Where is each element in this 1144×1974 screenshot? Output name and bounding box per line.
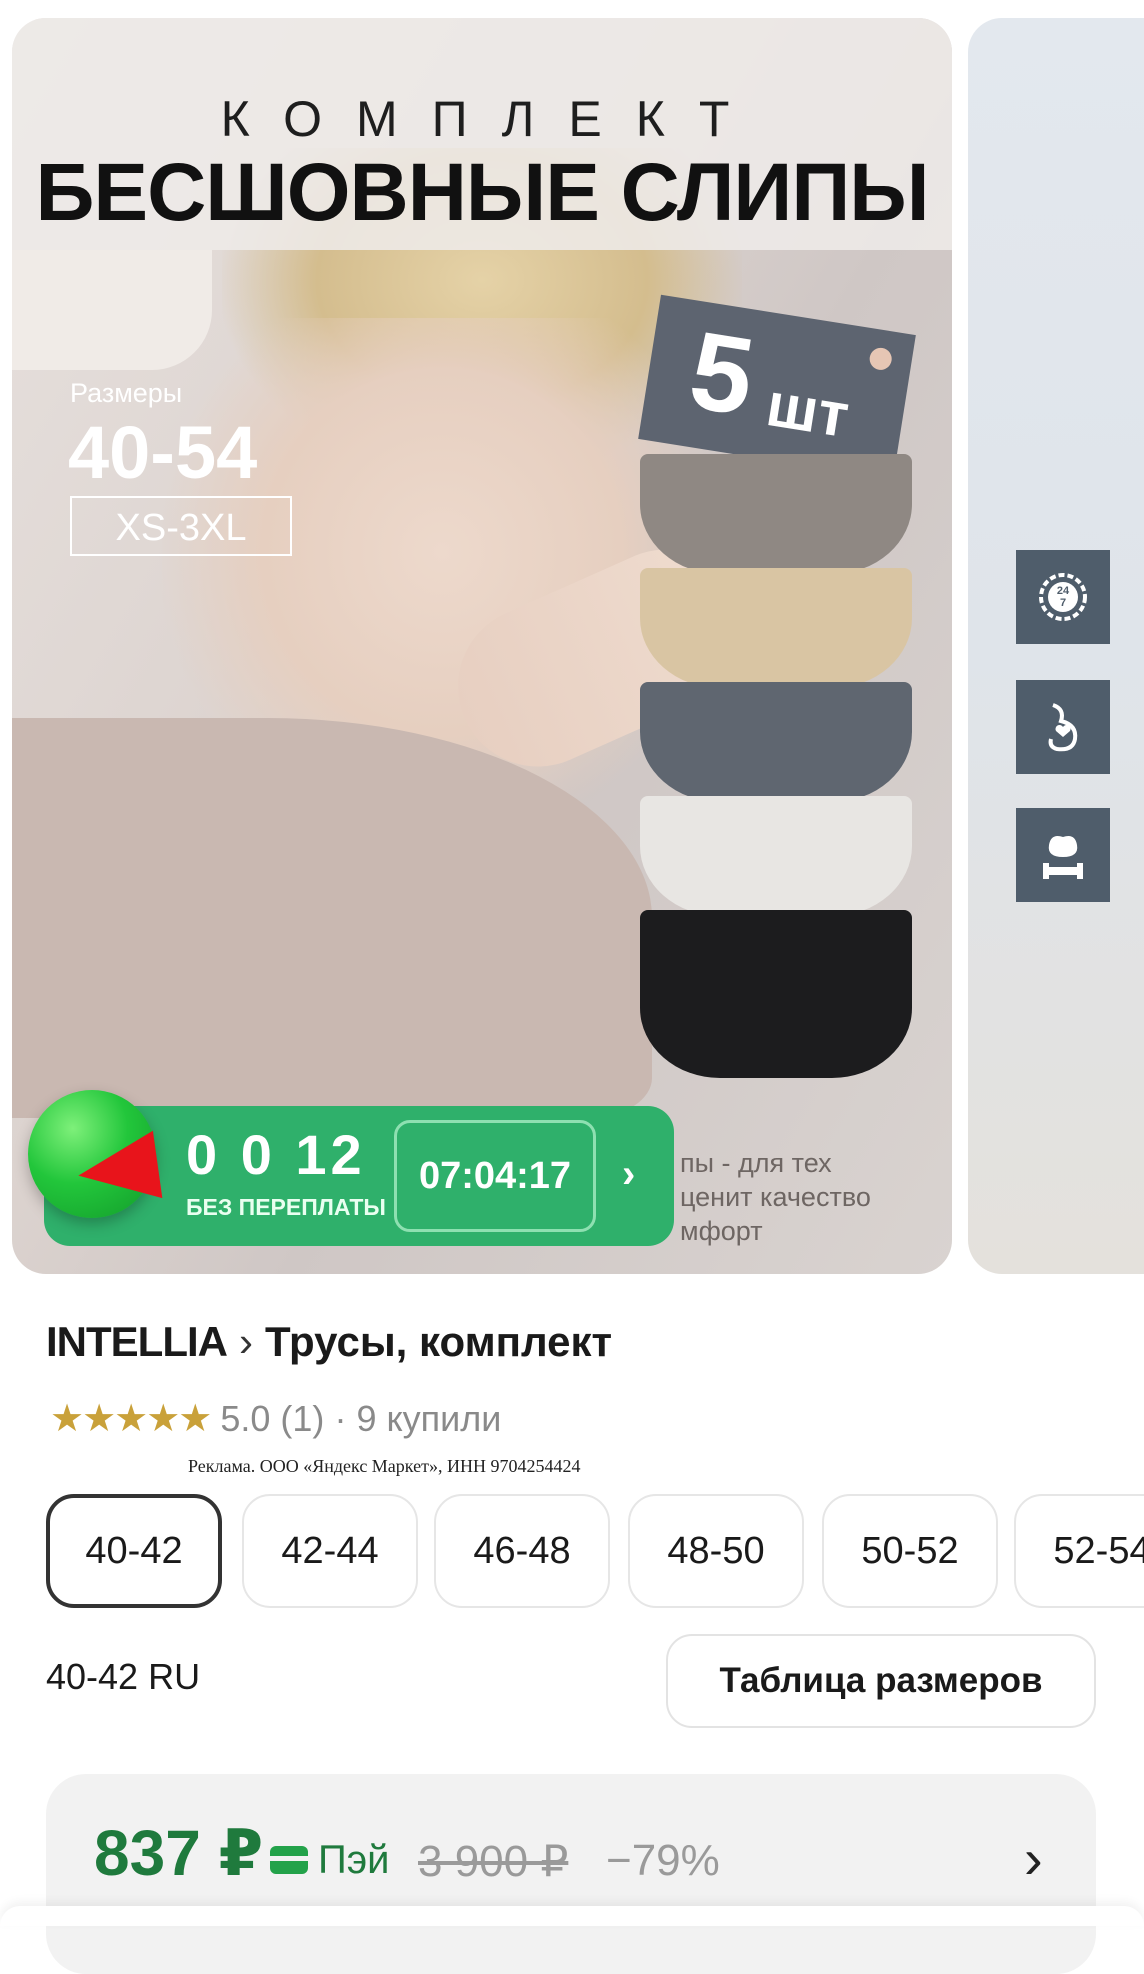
image-sizes-letters: XS-3XL — [70, 496, 292, 556]
rating-row[interactable]: ★★★★★ 5.0 (1) · 9 купили — [50, 1396, 501, 1441]
size-chip-46-48[interactable]: 46-48 — [434, 1494, 610, 1608]
split-payment-amount: 0 0 12 — [186, 1123, 366, 1186]
caption-line-1: пы - для тех — [680, 1148, 832, 1178]
card-pay-icon — [270, 1846, 308, 1874]
svg-text:24: 24 — [1057, 585, 1070, 597]
svg-text:7: 7 — [1060, 597, 1066, 609]
size-table-button[interactable]: Таблица размеров — [666, 1634, 1096, 1728]
image-sizes-label: Размеры — [70, 378, 183, 408]
product-name: Трусы, комплект — [264, 1318, 613, 1365]
bottom-sheet-edge — [0, 1906, 1144, 1926]
brand-link[interactable]: INTELLIA — [46, 1318, 228, 1365]
panty-taupe — [640, 454, 912, 574]
size-chip-52-54[interactable]: 52-54 — [1014, 1494, 1144, 1608]
separator-dot: · — [334, 1398, 347, 1439]
pay-label: Пэй — [318, 1838, 390, 1882]
image-sizes-range: 40-54 — [68, 411, 258, 494]
size-chip-42-44[interactable]: 42-44 — [242, 1494, 418, 1608]
size-chip-48-50[interactable]: 48-50 — [628, 1494, 804, 1608]
product-image-gallery[interactable]: КОМПЛЕКТ БЕСШОВНЫЕ СЛИПЫ Размеры 40-54 X… — [0, 0, 1144, 1280]
caption-line-2: ценит качество — [680, 1182, 871, 1212]
chevron-right-icon[interactable]: › — [622, 1152, 635, 1197]
promo-timer: 07:04:17 — [394, 1120, 596, 1232]
pregnancy-heart-icon — [1016, 680, 1110, 774]
caption-line-3: мфорт — [680, 1216, 763, 1246]
discount-percent: −79% — [606, 1836, 720, 1885]
24-7-badge-icon: 24 7 — [1016, 550, 1110, 644]
pack-unit: шт — [761, 370, 854, 452]
size-chip-50-52[interactable]: 50-52 — [822, 1494, 998, 1608]
tag-hole — [868, 346, 894, 372]
split-logo-mouth — [73, 1130, 163, 1210]
rating-value: 5.0 — [220, 1398, 271, 1439]
fitness-apple-icon — [1016, 808, 1110, 902]
star-rating-icon: ★★★★★ — [50, 1398, 212, 1440]
split-payment-subtitle: БЕЗ ПЕРЕПЛАТЫ — [186, 1194, 386, 1220]
product-image-main[interactable]: КОМПЛЕКТ БЕСШОВНЫЕ СЛИПЫ Размеры 40-54 X… — [12, 18, 952, 1274]
chevron-right-icon[interactable]: › — [1024, 1826, 1043, 1891]
size-selector: 40-42 42-44 46-48 48-50 50-52 52-54 — [46, 1494, 1144, 1612]
bought-count: 9 купили — [356, 1398, 502, 1439]
ad-disclaimer: Реклама. ООО «Яндекс Маркет», ИНН 970425… — [188, 1456, 581, 1476]
image-caption: пы - для тех ценит качество мфорт — [680, 1146, 871, 1248]
review-count: (1) — [280, 1398, 325, 1439]
image-kit-label: КОМПЛЕКТ — [220, 91, 764, 147]
product-title: INTELLIA › Трусы, комплект — [46, 1318, 612, 1366]
pack-count: 5 — [682, 308, 762, 440]
panty-gray — [640, 682, 912, 802]
current-price: 837 ₽ — [94, 1817, 264, 1889]
product-image-next[interactable] — [968, 18, 1144, 1274]
image-kit-title: БЕСШОВНЫЕ СЛИПЫ — [35, 147, 929, 238]
panty-black — [640, 910, 912, 1078]
panty-beige — [640, 568, 912, 688]
panty-white — [640, 796, 912, 916]
selected-size-ru: 40-42 RU — [46, 1656, 201, 1697]
old-price: 3 900 ₽ — [418, 1837, 569, 1886]
chevron-right-icon: › — [238, 1318, 253, 1365]
size-chip-40-42[interactable]: 40-42 — [46, 1494, 222, 1608]
